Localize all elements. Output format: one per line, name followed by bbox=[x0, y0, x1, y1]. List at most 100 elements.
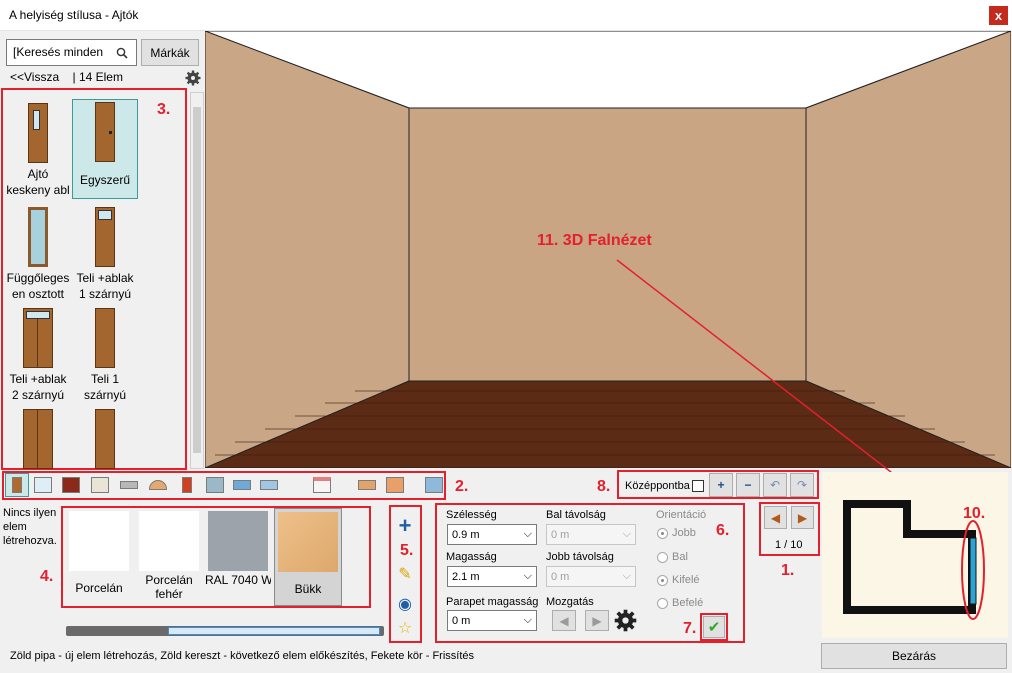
shelf-icon[interactable] bbox=[230, 473, 254, 497]
move-left-icon[interactable]: ◀ bbox=[552, 610, 576, 631]
catalog-scrollbar[interactable] bbox=[190, 92, 204, 469]
material-scrollbar[interactable] bbox=[66, 626, 384, 636]
width-label: Szélesség bbox=[446, 509, 497, 521]
center-checkbox[interactable] bbox=[692, 480, 704, 492]
right-distance-label: Jobb távolság bbox=[546, 551, 614, 563]
zoom-in-icon[interactable]: + bbox=[709, 473, 733, 497]
move-label: Mozgatás bbox=[546, 596, 594, 608]
no-item-text: Nincs ilyen elem létrehozva. bbox=[3, 507, 57, 547]
radiator-icon[interactable] bbox=[355, 473, 379, 497]
add-icon[interactable]: + bbox=[393, 513, 417, 538]
floor-lamp-icon[interactable] bbox=[175, 473, 199, 497]
shelf-alt-icon[interactable] bbox=[257, 473, 281, 497]
chevron-down-icon: ⌵ bbox=[523, 614, 532, 626]
left-distance-value: 0 m bbox=[551, 528, 570, 541]
pencil-icon[interactable]: ✎ bbox=[393, 562, 417, 586]
close-button[interactable]: Bezárás bbox=[821, 643, 1007, 669]
scrollbar-thumb[interactable] bbox=[193, 107, 201, 453]
window-frame-icon[interactable] bbox=[59, 473, 83, 497]
material-label: Porcelán fehér bbox=[145, 573, 193, 601]
annotation-4: 4. bbox=[40, 568, 54, 585]
parapet-select[interactable]: 0 m ⌵ bbox=[447, 610, 537, 631]
gear-icon[interactable] bbox=[185, 70, 201, 86]
door-thumbnail bbox=[5, 205, 71, 267]
title-bar: A helyiség stílusa - Ajtók x bbox=[0, 0, 1012, 31]
radio-icon bbox=[657, 574, 668, 586]
annotation-10: 10. bbox=[963, 505, 986, 522]
prev-page-icon[interactable]: ◀ bbox=[764, 506, 787, 529]
catalog-item[interactable] bbox=[5, 407, 71, 469]
chevron-down-icon: ⌵ bbox=[523, 570, 532, 582]
material-item[interactable]: RAL 7040 Window gr bbox=[205, 508, 271, 606]
picture-icon[interactable] bbox=[203, 473, 227, 497]
search-field[interactable] bbox=[6, 39, 137, 66]
material-item[interactable]: Porcelán bbox=[66, 508, 132, 606]
orientation-radio[interactable]: Bal bbox=[657, 551, 688, 563]
curtain-icon[interactable] bbox=[88, 473, 112, 497]
catalog-item[interactable]: Teli 1 szárnyú bbox=[72, 306, 138, 403]
move-right-icon[interactable]: ▶ bbox=[585, 610, 609, 631]
material-item[interactable]: Porcelán fehér bbox=[136, 508, 202, 606]
search-input[interactable] bbox=[13, 45, 111, 59]
height-select[interactable]: 2.1 m ⌵ bbox=[447, 566, 537, 587]
lamp-icon[interactable] bbox=[146, 473, 170, 497]
width-select[interactable]: 0.9 m ⌵ bbox=[447, 524, 537, 545]
radio-icon bbox=[657, 527, 668, 539]
redo-icon[interactable]: ↷ bbox=[790, 473, 814, 497]
right-distance-value: 0 m bbox=[551, 570, 570, 583]
orientation-radio[interactable]: Kifelé bbox=[657, 574, 700, 586]
tile-grid-icon[interactable] bbox=[422, 473, 446, 497]
annotation-2: 2. bbox=[455, 478, 469, 495]
brands-button[interactable]: Márkák bbox=[141, 39, 199, 66]
catalog-item[interactable]: Ajtó keskeny abl bbox=[5, 101, 71, 198]
page-indicator: 1 / 10 bbox=[775, 539, 803, 551]
right-distance-select[interactable]: 0 m ⌵ bbox=[546, 566, 636, 587]
window-category-icon[interactable] bbox=[31, 473, 55, 497]
material-swatch bbox=[208, 511, 268, 571]
tile-icon[interactable] bbox=[383, 473, 407, 497]
globe-icon[interactable]: ◉ bbox=[393, 592, 417, 616]
material-label: RAL 7040 Window gr bbox=[205, 573, 271, 587]
catalog-nav: <<Vissza | 14 Elem bbox=[10, 70, 123, 84]
annotation-11: 11. 3D Falnézet bbox=[537, 232, 652, 249]
catalog-item[interactable]: Teli +ablak 2 szárnyú bbox=[5, 306, 71, 403]
annotation-7: 7. bbox=[683, 620, 697, 637]
confirm-check-icon[interactable]: ✔ bbox=[703, 616, 725, 638]
material-label: Porcelán bbox=[75, 581, 123, 595]
radio-label: Kifelé bbox=[672, 574, 700, 586]
door-thumbnail bbox=[72, 205, 138, 267]
orientation-radio[interactable]: Befelé bbox=[657, 597, 703, 609]
door-category-icon[interactable] bbox=[5, 473, 29, 497]
annotation-5: 5. bbox=[400, 542, 414, 559]
close-icon[interactable]: x bbox=[989, 6, 1008, 25]
material-label: Bükk bbox=[294, 582, 322, 596]
material-item-selected[interactable]: Bükk bbox=[274, 508, 342, 606]
sill-icon[interactable] bbox=[117, 473, 141, 497]
next-page-icon[interactable]: ▶ bbox=[791, 506, 814, 529]
catalog-item[interactable]: Teli +ablak 1 szárnyú bbox=[72, 205, 138, 302]
catalog-item[interactable] bbox=[72, 407, 138, 469]
undo-icon[interactable]: ↶ bbox=[763, 473, 787, 497]
left-distance-select[interactable]: 0 m ⌵ bbox=[546, 524, 636, 545]
search-icon[interactable] bbox=[116, 47, 128, 59]
radio-icon bbox=[657, 597, 668, 609]
orientation-label: Orientáció bbox=[656, 509, 707, 521]
refresh-gear-icon[interactable] bbox=[614, 609, 637, 632]
annotation-1: 1. bbox=[781, 562, 795, 579]
center-label: Középpontba bbox=[625, 480, 690, 492]
catalog-item[interactable]: Függőleges en osztott bbox=[5, 205, 71, 302]
annotation-8: 8. bbox=[597, 478, 611, 495]
door-thumbnail bbox=[72, 407, 138, 469]
chevron-down-icon: ⌵ bbox=[622, 570, 631, 582]
star-icon[interactable]: ☆ bbox=[393, 616, 417, 640]
orientation-radio[interactable]: Jobb bbox=[657, 527, 696, 539]
catalog-item-selected[interactable]: Egyszerű bbox=[72, 99, 138, 199]
back-link[interactable]: <<Vissza bbox=[10, 70, 59, 84]
zoom-out-icon[interactable]: − bbox=[736, 473, 760, 497]
floor-plan[interactable] bbox=[822, 472, 1008, 638]
door-thumbnail bbox=[5, 407, 71, 469]
blind-icon[interactable] bbox=[310, 473, 334, 497]
scrollbar-thumb[interactable] bbox=[168, 627, 380, 635]
status-text: Zöld pipa - új elem létrehozás, Zöld ker… bbox=[10, 650, 475, 662]
radio-label: Jobb bbox=[672, 527, 696, 539]
